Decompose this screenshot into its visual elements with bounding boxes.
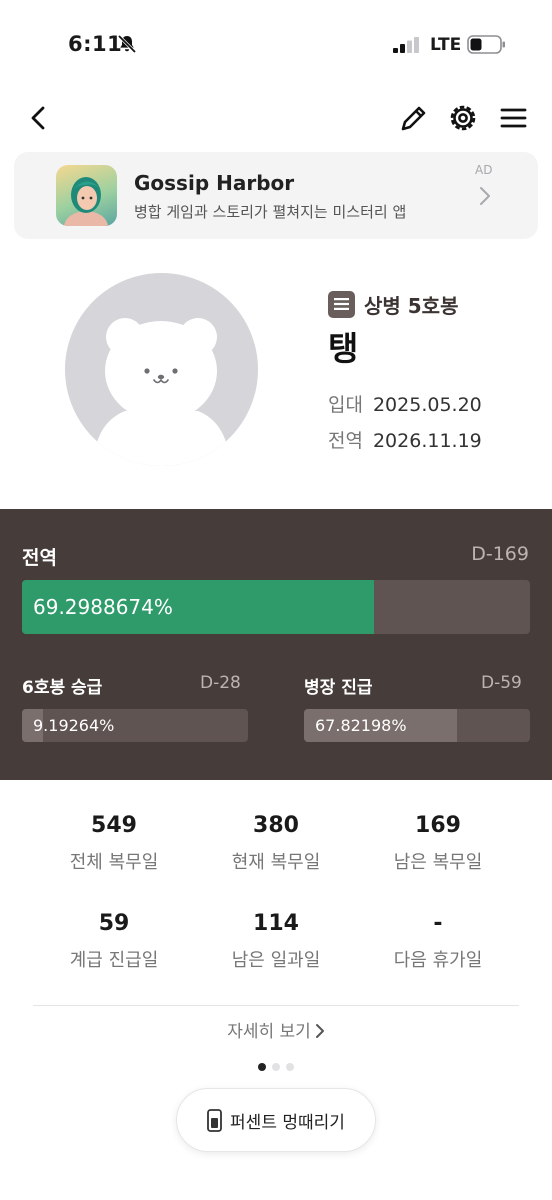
back-chevron-icon[interactable] (21, 101, 55, 135)
stat-label: 남은 복무일 (393, 852, 483, 873)
stat-current-days: 380 현재 복무일 (184, 813, 368, 874)
stat-next-leave: - 다음 휴가일 (346, 911, 530, 972)
chevron-right-icon (315, 1024, 324, 1038)
enlist-date-row: 입대 2025.05.20 (328, 390, 482, 417)
stat-remaining-days: 169 남은 복무일 (346, 813, 530, 874)
stat-rank-promotion-days: 59 계급 진급일 (22, 911, 206, 972)
chevron-right-icon (480, 187, 490, 205)
rank-promotion-bar: 67.82198% (304, 709, 530, 742)
rank-promotion-dday: D-59 (481, 673, 522, 693)
percent-zone-out-button[interactable]: 퍼센트 멍때리기 (176, 1088, 376, 1152)
bell-muted-icon (117, 34, 137, 54)
discharge-label: 전역 (328, 430, 363, 452)
discharge-date: 2026.11.19 (372, 430, 482, 452)
hamburger-menu-icon[interactable] (496, 101, 530, 135)
phone-battery-icon (207, 1108, 222, 1132)
page-dot[interactable] (272, 1063, 280, 1071)
nav-bar (0, 95, 552, 143)
enlist-label: 입대 (328, 394, 363, 416)
avatar[interactable] (65, 273, 258, 466)
ad-subtitle: 병합 게임과 스토리가 펼쳐지는 미스터리 앱 (134, 203, 407, 221)
step-promotion-dday: D-28 (200, 673, 241, 693)
page-dot[interactable] (286, 1063, 294, 1071)
ad-title: Gossip Harbor (134, 171, 295, 195)
network-label: LTE (430, 35, 462, 55)
pencil-icon[interactable] (397, 101, 431, 135)
step-promotion-title: 6호봉 승급 (22, 678, 103, 698)
divider (33, 1005, 519, 1006)
step-promotion-percent: 9.19264% (33, 716, 115, 735)
page-dot-active[interactable] (258, 1063, 266, 1071)
stat-total-days: 549 전체 복무일 (22, 813, 206, 874)
stat-value: 59 (98, 911, 130, 936)
view-details-link[interactable]: 자세히 보기 (0, 1017, 552, 1042)
ad-app-thumbnail (56, 165, 117, 226)
stat-value: 380 (253, 813, 299, 838)
stat-value: 114 (253, 911, 299, 936)
rank-promotion-percent: 67.82198% (315, 716, 407, 735)
ad-tag: AD (475, 163, 493, 177)
stat-label: 남은 일과일 (231, 950, 321, 971)
status-bar: 6:11 LTE (0, 0, 552, 90)
percent-zone-out-label: 퍼센트 멍때리기 (230, 1112, 345, 1133)
view-details-label: 자세히 보기 (227, 1022, 311, 1042)
stat-value: 549 (91, 813, 137, 838)
page-indicator (258, 1063, 294, 1071)
gear-icon[interactable] (446, 101, 480, 135)
step-promotion-bar: 9.19264% (22, 709, 248, 742)
ad-banner[interactable]: Gossip Harbor 병합 게임과 스토리가 펼쳐지는 미스터리 앱 AD (14, 152, 538, 239)
rank-insignia-icon (328, 290, 355, 318)
rank-label: 상병 5호봉 (364, 293, 459, 318)
stat-label: 현재 복무일 (231, 852, 321, 873)
stat-remaining-workdays: 114 남은 일과일 (184, 911, 368, 972)
stat-label: 전체 복무일 (69, 852, 159, 873)
discharge-percent: 69.2988674% (33, 595, 173, 619)
status-time: 6:11 (68, 32, 123, 56)
rank-promotion-title: 병장 진급 (304, 678, 373, 698)
profile-name: 탱 (328, 329, 359, 368)
discharge-dday: D-169 (471, 543, 529, 565)
rank-row: 상병 5호봉 (328, 290, 458, 318)
discharge-progress-title: 전역 (22, 547, 57, 569)
bear-avatar-icon (93, 318, 230, 466)
stat-label: 계급 진급일 (69, 950, 159, 971)
stat-value: 169 (415, 813, 461, 838)
signal-icon (393, 37, 419, 53)
progress-panel: 전역 D-169 69.2988674% 6호봉 승급 D-28 9.19264… (0, 509, 552, 780)
stat-value: - (433, 911, 443, 936)
enlist-date: 2025.05.20 (372, 394, 482, 416)
battery-icon (467, 35, 505, 54)
stat-label: 다음 휴가일 (393, 950, 483, 971)
discharge-date-row: 전역 2026.11.19 (328, 426, 482, 453)
discharge-progress-bar: 69.2988674% (22, 580, 530, 634)
